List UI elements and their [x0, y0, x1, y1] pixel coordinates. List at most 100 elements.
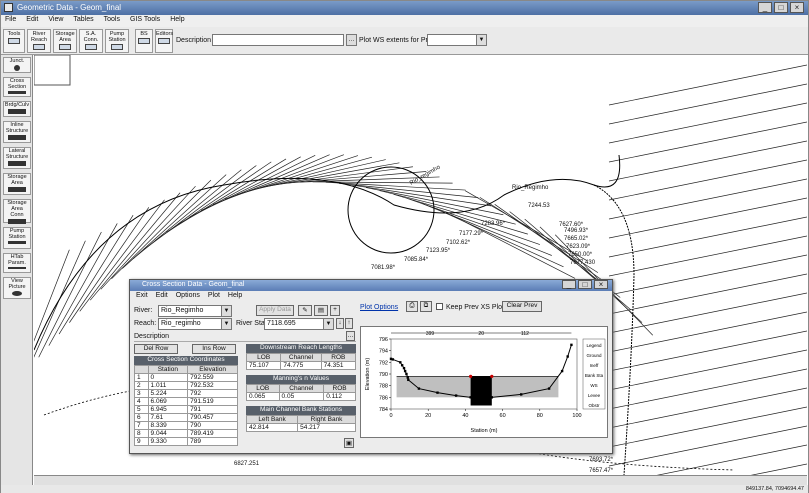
cross-section-line[interactable]	[608, 254, 807, 296]
storage-area-button[interactable]: Storage Area	[53, 29, 77, 53]
cross-section-line[interactable]	[608, 273, 807, 315]
station-cell[interactable]: 9.044	[147, 429, 189, 438]
row-index[interactable]: 8	[134, 429, 149, 438]
bridge-culvert-button[interactable]: Brdg/Culv	[3, 101, 31, 117]
rob-length[interactable]: 74.351	[320, 361, 357, 370]
copy-plot-button[interactable]: ⧉	[420, 301, 432, 312]
row-index[interactable]: 9	[134, 437, 149, 446]
minimize-button[interactable]: _	[758, 2, 772, 13]
cross-section-line[interactable]	[608, 83, 807, 125]
storage-area-editor-button[interactable]: Storage Area	[3, 173, 31, 195]
cross-section-line[interactable]	[48, 223, 118, 346]
elevation-cell[interactable]: 789	[187, 437, 238, 446]
pump-station-editor-button[interactable]: Pump Station	[3, 227, 31, 249]
table-row[interactable]: 1 0 792.559	[134, 373, 238, 382]
table-row[interactable]: 5 6.945 791	[134, 405, 238, 414]
cross-section-line[interactable]	[608, 121, 807, 163]
add-tool-button[interactable]: +	[330, 305, 340, 316]
keep-prev-checkbox[interactable]	[436, 303, 443, 310]
editors-button[interactable]: Editors	[155, 29, 173, 53]
cross-section-line[interactable]	[608, 349, 807, 391]
cross-section-line[interactable]	[608, 330, 807, 372]
dialog-menu-options[interactable]: Options	[176, 292, 200, 299]
left-bank-value[interactable]: 42.814	[245, 423, 299, 432]
table-row[interactable]: 9 9.330 789	[134, 437, 238, 446]
dialog-maximize-button[interactable]: □	[578, 280, 592, 289]
dialog-menu-plot[interactable]: Plot	[208, 292, 220, 299]
description-input[interactable]	[212, 34, 344, 46]
river-station-select[interactable]: 7118.695 ▼	[264, 318, 334, 330]
lateral-structure-button[interactable]: Lateral Structure	[3, 147, 31, 169]
cross-section-line[interactable]	[34, 249, 70, 380]
cross-section-line[interactable]	[189, 155, 316, 218]
bank-stations-table[interactable]: Left Bank Right Bank 42.814 54.217	[245, 415, 356, 432]
cross-section-line[interactable]	[435, 208, 564, 268]
menu-file[interactable]: File	[5, 16, 16, 26]
coordinates-table[interactable]: Station Elevation 1 0 792.559 2 1.011 792.532…	[134, 365, 238, 446]
cross-section-line[interactable]	[608, 235, 807, 277]
cross-section-line[interactable]	[38, 231, 102, 358]
cross-section-plot[interactable]: 0 20 40 60 80 100 784 786 788 790 792 794 796 Station…	[360, 326, 608, 438]
tools-button[interactable]: Tools	[3, 29, 25, 53]
ins-row-button[interactable]: Ins Row	[192, 344, 236, 354]
copy-button[interactable]: ▣	[344, 438, 354, 448]
horizontal-scrollbar[interactable]	[34, 475, 807, 485]
channel-length[interactable]: 74.775	[280, 361, 322, 370]
table-row[interactable]: 8 9.044 789.419	[134, 429, 238, 438]
station-cell[interactable]: 6.945	[147, 405, 189, 414]
cross-section-line[interactable]	[608, 140, 807, 182]
menu-view[interactable]: View	[48, 16, 63, 26]
dialog-minimize-button[interactable]: _	[562, 280, 576, 289]
river-select[interactable]: Rio_Regimho ▼	[158, 305, 232, 317]
elevation-cell[interactable]: 790.457	[187, 413, 238, 422]
clear-prev-button[interactable]: Clear Prev	[502, 301, 542, 312]
cross-section-line[interactable]	[393, 193, 528, 235]
reach-lengths-table[interactable]: LOB Channel ROB 75.107 74.775 74.351	[245, 353, 357, 370]
row-index[interactable]: 2	[134, 381, 149, 390]
elevation-cell[interactable]: 792	[187, 389, 238, 398]
cross-section-button[interactable]: Cross Section	[3, 77, 31, 97]
cross-section-line[interactable]	[608, 64, 807, 106]
table-tool-button[interactable]: ▤	[314, 305, 328, 316]
close-button[interactable]: ×	[790, 2, 804, 13]
prev-station-button[interactable]: ↑	[345, 318, 353, 329]
description-expand-button[interactable]: …	[346, 34, 357, 46]
apply-data-button[interactable]: Apply Data	[256, 305, 294, 316]
station-cell[interactable]: 8.339	[147, 421, 189, 430]
cross-section-line[interactable]	[608, 292, 807, 334]
dialog-description-expand-button[interactable]: …	[346, 331, 355, 341]
dialog-menu-help[interactable]: Help	[228, 292, 242, 299]
dialog-menu-edit[interactable]: Edit	[156, 292, 168, 299]
elevation-cell[interactable]: 791.519	[187, 397, 238, 406]
dialog-menu-exit[interactable]: Exit	[136, 292, 148, 299]
sa-conn-button[interactable]: S.A. Conn.	[79, 29, 103, 53]
pump-station-button[interactable]: Pump Station	[105, 29, 129, 53]
row-index[interactable]: 7	[134, 421, 149, 430]
elevation-cell[interactable]: 790	[187, 421, 238, 430]
row-index[interactable]: 3	[134, 389, 149, 398]
elevation-cell[interactable]: 792.559	[187, 373, 238, 382]
cross-section-line[interactable]	[201, 154, 330, 211]
table-row[interactable]: 3 5.224 792	[134, 389, 238, 398]
right-bank-value[interactable]: 54.217	[297, 423, 356, 432]
junction-button[interactable]: Junct.	[3, 57, 31, 73]
cross-section-line[interactable]	[608, 102, 807, 144]
row-index[interactable]: 5	[134, 405, 149, 414]
print-plot-button[interactable]: ⎙	[406, 301, 418, 312]
cross-section-line[interactable]	[608, 178, 807, 220]
reach-select[interactable]: Rio_regimho ▼	[158, 318, 232, 330]
cross-section-line[interactable]	[608, 197, 807, 239]
cross-section-line[interactable]	[338, 182, 479, 198]
edit-tool-button[interactable]: ✎	[298, 305, 312, 316]
cross-section-line[interactable]	[608, 387, 807, 429]
cross-section-line[interactable]	[608, 425, 807, 467]
cross-section-line[interactable]	[608, 368, 807, 410]
row-index[interactable]: 1	[134, 373, 149, 382]
view-picture-button[interactable]: View Picture	[3, 277, 31, 299]
htab-param-button[interactable]: HTab Param.	[3, 253, 31, 273]
del-row-button[interactable]: Del Row	[134, 344, 178, 354]
dialog-close-button[interactable]: ×	[594, 280, 608, 289]
menu-tables[interactable]: Tables	[73, 16, 93, 26]
elevation-cell[interactable]: 791	[187, 405, 238, 414]
next-station-button[interactable]: ↓	[336, 318, 344, 329]
